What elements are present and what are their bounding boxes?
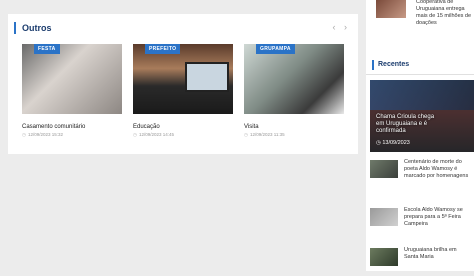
list-item[interactable]: Escola Aldo Wamosy se prepara para a 5ª … (370, 207, 474, 236)
news-title[interactable]: Escola Aldo Wamosy se prepara para a 5ª … (404, 207, 472, 228)
news-card-title[interactable]: Visita (244, 124, 344, 130)
section-accent-bar (372, 60, 374, 70)
category-tag[interactable]: FESTA (34, 44, 60, 54)
news-thumbnail[interactable] (376, 0, 406, 18)
outros-header: Outros (14, 22, 52, 34)
featured-image-top (370, 80, 474, 110)
news-title[interactable]: Centenário de morte do poeta Aldo Wamosy… (404, 159, 472, 180)
outros-panel: Outros ‹ › FESTA Casamento comunitário ◷… (8, 14, 358, 154)
category-tag[interactable]: PREFEITO (145, 44, 181, 54)
news-card-image[interactable]: PREFEITO (133, 44, 233, 114)
news-card[interactable]: GRUPAMPA Visita ◷ 12/09/2023 11:35 (244, 44, 344, 138)
news-card-title[interactable]: Casamento comunitário (22, 124, 122, 130)
laptop-screen (185, 62, 229, 92)
featured-title[interactable]: Chama Crioula chega em Uruguaiana e é co… (376, 114, 436, 135)
date-text: 12/09/2023 15:32 (27, 132, 63, 137)
news-thumbnail[interactable] (370, 160, 398, 178)
clock-icon: ◷ (244, 132, 248, 137)
outros-title: Outros (22, 23, 52, 33)
date-text: 13/09/2023 (382, 140, 410, 146)
date-text: 12/09/2023 11:35 (249, 132, 285, 137)
news-card[interactable]: PREFEITO Educação ◷ 12/09/2023 14:45 (133, 44, 233, 138)
recentes-title: Recentes (378, 61, 410, 68)
section-accent-bar (14, 22, 16, 34)
news-card-image[interactable]: FESTA (22, 44, 122, 114)
news-card-date: ◷ 12/09/2023 14:45 (133, 132, 233, 138)
news-card-date: ◷ 12/09/2023 15:32 (22, 132, 122, 138)
news-card-image[interactable]: GRUPAMPA (244, 44, 344, 114)
date-text: 12/09/2023 14:45 (138, 132, 174, 137)
news-card-date: ◷ 12/09/2023 11:35 (244, 132, 344, 138)
list-item[interactable]: Cooperativa de Uruguaiana entrega mais d… (372, 0, 472, 36)
featured-date: ◷ 13/09/2023 (376, 140, 410, 146)
clock-icon: ◷ (22, 132, 26, 137)
news-card[interactable]: FESTA Casamento comunitário ◷ 12/09/2023 … (22, 44, 122, 138)
list-item[interactable]: Uruguaiana brilha em Santa Maria (370, 247, 474, 276)
category-tag[interactable]: GRUPAMPA (256, 44, 295, 54)
carousel-arrows[interactable]: ‹ › (333, 22, 351, 32)
news-card-title[interactable]: Educação (133, 124, 233, 130)
news-thumbnail[interactable] (370, 248, 398, 266)
news-title[interactable]: Uruguaiana brilha em Santa Maria (404, 247, 472, 261)
clock-icon: ◷ (133, 132, 137, 137)
sidebar: Cooperativa de Uruguaiana entrega mais d… (366, 0, 474, 271)
recentes-header: Recentes (366, 54, 474, 75)
news-thumbnail[interactable] (370, 208, 398, 226)
news-title[interactable]: Cooperativa de Uruguaiana entrega mais d… (416, 0, 474, 27)
list-item[interactable]: Centenário de morte do poeta Aldo Wamosy… (370, 159, 474, 188)
featured-news[interactable]: Chama Crioula chega em Uruguaiana e é co… (370, 80, 474, 152)
